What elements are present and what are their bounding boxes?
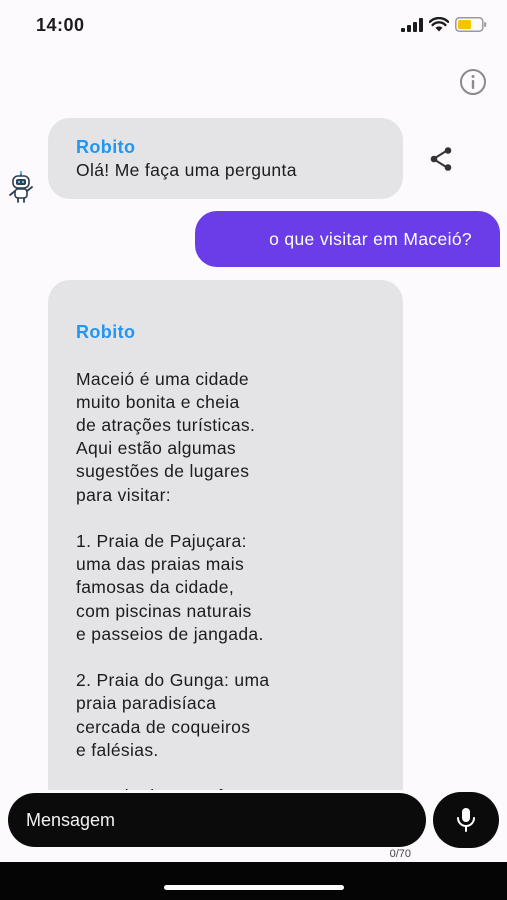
message-sender: Robito	[76, 137, 136, 157]
message-text: Olá! Me faça uma pergunta	[76, 160, 297, 181]
user-message: o que visitar em Maceió?	[195, 211, 500, 267]
character-counter: 0/70	[389, 848, 411, 860]
message-input[interactable]	[24, 808, 410, 832]
share-icon	[430, 147, 452, 171]
message-sender: Robito	[76, 322, 136, 343]
bot-message: Robito Olá! Me faça uma pergunta	[48, 118, 403, 199]
microphone-icon	[457, 808, 475, 832]
robot-icon	[9, 170, 33, 203]
message-text: Maceió é uma cidade muito bonita e cheia…	[76, 368, 270, 790]
bot-avatar	[4, 170, 38, 204]
bottom-bar	[0, 862, 507, 900]
bot-message: Robito Maceió é uma cidade muito bonita …	[48, 280, 403, 790]
microphone-button[interactable]	[433, 792, 499, 848]
chat-list[interactable]: Robito Olá! Me faça uma pergunta o que v…	[0, 0, 507, 790]
home-indicator[interactable]	[164, 885, 344, 890]
share-button[interactable]	[427, 145, 455, 173]
message-composer	[8, 793, 426, 847]
message-text: o que visitar em Maceió?	[269, 228, 472, 249]
